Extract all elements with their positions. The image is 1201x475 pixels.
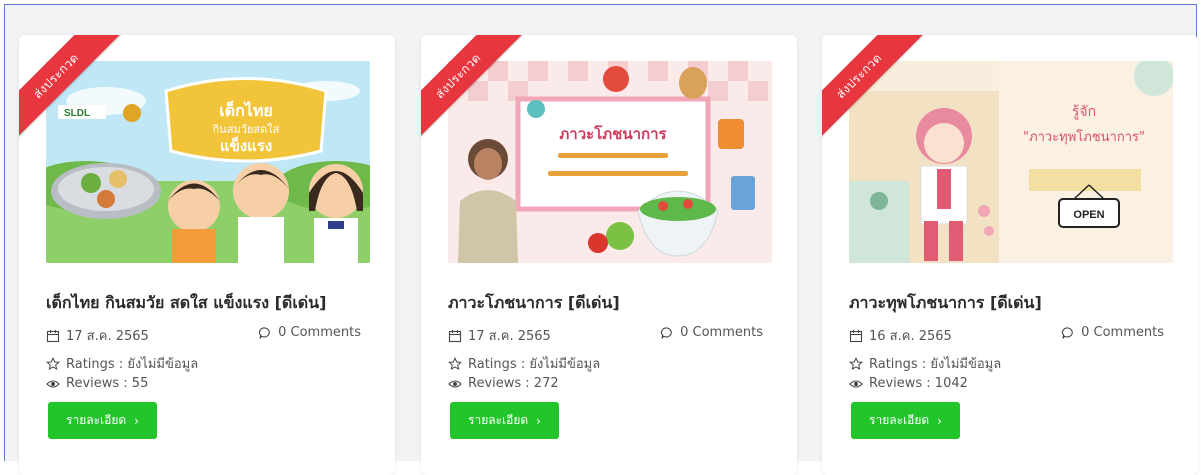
article-ratings: Ratings : ยังไม่มีข้อมูล	[849, 353, 1169, 374]
article-comments[interactable]: 0 Comments	[1061, 325, 1164, 340]
chevron-right-icon: ›	[134, 413, 139, 428]
article-reviews: Reviews : 55	[46, 376, 366, 391]
article-comments[interactable]: 0 Comments	[258, 325, 361, 340]
article-card[interactable]: ส่งประกวด ภาวะโภชนาการ ภาวะโภชนาการ [ดีเ…	[421, 35, 797, 475]
article-card[interactable]: ส่งประกวด SLDL เด็กไทย กินสมวัยสดใส แข็ง…	[19, 35, 395, 475]
details-button-label: รายละเอียด	[869, 413, 930, 427]
article-reviews: Reviews : 272	[448, 376, 768, 391]
comment-bubble-icon	[1061, 326, 1075, 340]
article-ratings: Ratings : ยังไม่มีข้อมูล	[46, 353, 366, 374]
details-button-label: รายละเอียด	[468, 413, 529, 427]
ratings-text: Ratings : ยังไม่มีข้อมูล	[468, 357, 601, 372]
ratings-text: Ratings : ยังไม่มีข้อมูล	[869, 357, 1002, 372]
article-title[interactable]: ภาวะโภชนาการ [ดีเด่น]	[448, 291, 788, 316]
article-thumbnail[interactable]: ภาวะโภชนาการ	[448, 61, 772, 263]
eye-icon	[849, 377, 863, 391]
reviews-text: Reviews : 55	[66, 376, 149, 391]
star-outline-icon	[448, 356, 462, 371]
article-meta: 17 ส.ค. 2565 0 Comments	[46, 325, 366, 346]
comments-text: 0 Comments	[1081, 325, 1164, 340]
thumbnail-open-sign: OPEN	[1073, 209, 1104, 221]
article-ratings: Ratings : ยังไม่มีข้อมูล	[448, 353, 768, 374]
details-button-label: รายละเอียด	[66, 413, 127, 427]
star-outline-icon	[849, 356, 863, 371]
details-button[interactable]: รายละเอียด ›	[851, 402, 960, 439]
thumbnail-headline-2: "ภาวะทุพโภชนาการ"	[1023, 129, 1145, 145]
eye-icon	[46, 377, 60, 391]
thumbnail-headline: ภาวะโภชนาการ	[559, 124, 667, 143]
reviews-text: Reviews : 272	[468, 376, 559, 391]
article-title[interactable]: ภาวะทุพโภชนาการ [ดีเด่น]	[849, 291, 1189, 316]
article-reviews: Reviews : 1042	[849, 376, 1169, 391]
date-text: 17 ส.ค. 2565	[468, 329, 551, 344]
comment-bubble-icon	[258, 326, 272, 340]
article-card[interactable]: ส่งประกวด รู้จัก "ภาวะทุพโภชนาการ" OPEN	[822, 35, 1198, 475]
article-date: 17 ส.ค. 2565	[46, 325, 149, 346]
calendar-icon	[46, 329, 60, 343]
thumbnail-headline-3: แข็งแรง	[220, 136, 272, 155]
thumbnail-headline-2: กินสมวัยสดใส	[212, 123, 279, 136]
article-thumbnail[interactable]: SLDL เด็กไทย กินสมวัยสดใส แข็งแรง	[46, 61, 370, 263]
details-button[interactable]: รายละเอียด ›	[48, 402, 157, 439]
details-button[interactable]: รายละเอียด ›	[450, 402, 559, 439]
article-meta: 16 ส.ค. 2565 0 Comments	[849, 325, 1169, 346]
date-text: 17 ส.ค. 2565	[66, 329, 149, 344]
comments-text: 0 Comments	[680, 325, 763, 340]
thumbnail-logo-text: SLDL	[64, 108, 90, 119]
calendar-icon	[849, 329, 863, 343]
eye-icon	[448, 377, 462, 391]
star-outline-icon	[46, 356, 60, 371]
comments-text: 0 Comments	[278, 325, 361, 340]
article-date: 16 ส.ค. 2565	[849, 325, 952, 346]
article-thumbnail[interactable]: รู้จัก "ภาวะทุพโภชนาการ" OPEN	[849, 61, 1173, 263]
article-comments[interactable]: 0 Comments	[660, 325, 763, 340]
article-title[interactable]: เด็กไทย กินสมวัย สดใส แข็งแรง [ดีเด่น]	[46, 291, 386, 316]
thumbnail-headline-1: เด็กไทย	[219, 99, 273, 120]
ratings-text: Ratings : ยังไม่มีข้อมูล	[66, 357, 199, 372]
thumbnail-headline-1: รู้จัก	[1072, 104, 1096, 120]
date-text: 16 ส.ค. 2565	[869, 329, 952, 344]
chevron-right-icon: ›	[536, 413, 541, 428]
comment-bubble-icon	[660, 326, 674, 340]
article-date: 17 ส.ค. 2565	[448, 325, 551, 346]
chevron-right-icon: ›	[937, 413, 942, 428]
article-meta: 17 ส.ค. 2565 0 Comments	[448, 325, 768, 346]
reviews-text: Reviews : 1042	[869, 376, 968, 391]
calendar-icon	[448, 329, 462, 343]
content-frame: ส่งประกวด SLDL เด็กไทย กินสมวัยสดใส แข็ง…	[4, 4, 1198, 475]
